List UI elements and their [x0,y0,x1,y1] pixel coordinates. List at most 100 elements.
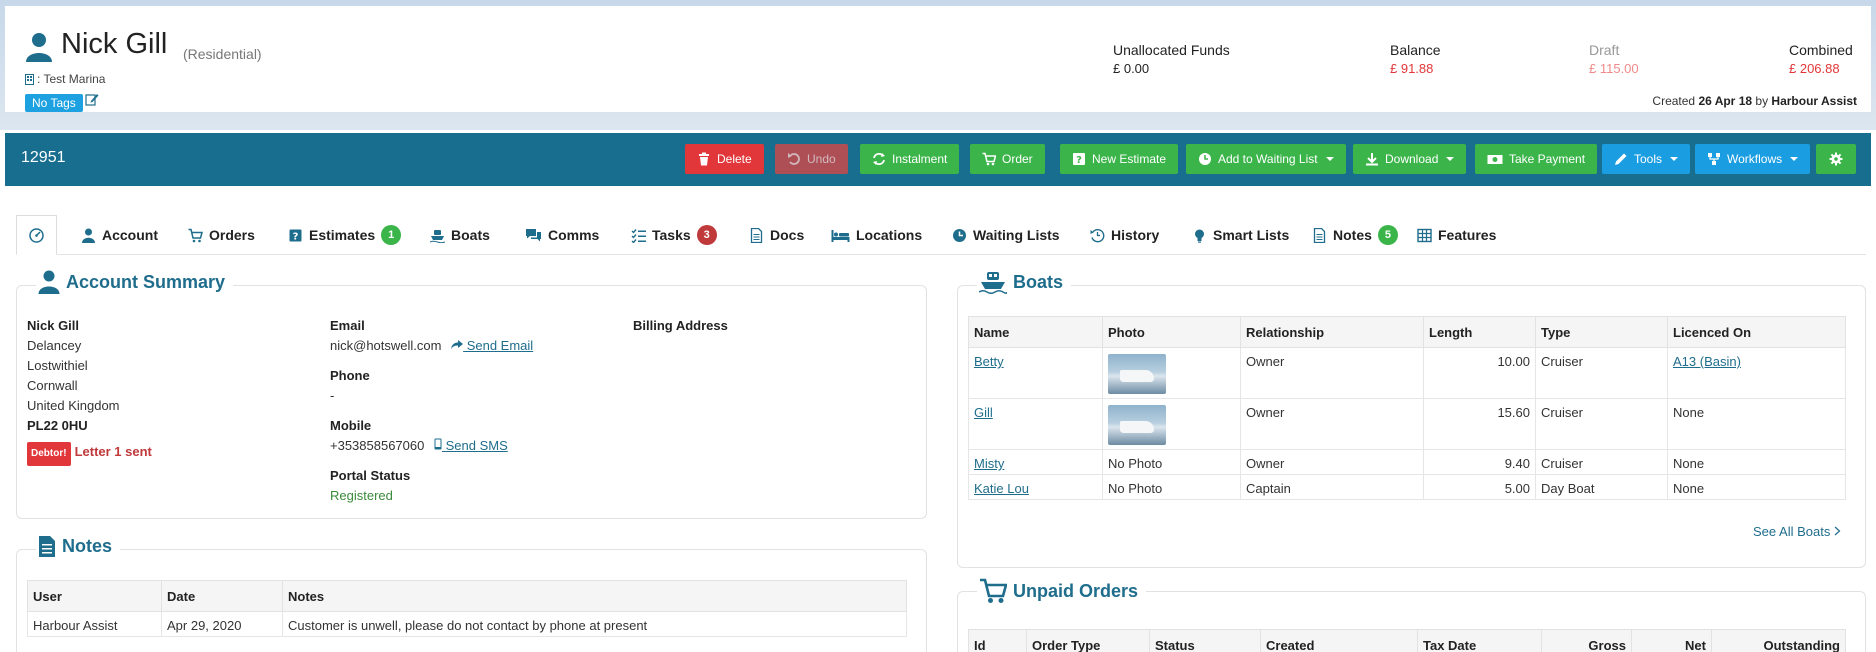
created-info: Created 26 Apr 18 by Harbour Assist [1652,94,1857,108]
tab-label: Boats [451,227,490,243]
send-sms-link[interactable]: Send SMS [434,438,508,453]
licence-link[interactable]: A13 (Basin) [1673,354,1741,369]
portal-status: Registered [330,488,393,503]
add-waiting-list-button[interactable]: Add to Waiting List [1186,144,1346,174]
tab-history[interactable]: History [1090,215,1159,255]
fund-balance: Balance £ 91.88 [1390,42,1441,76]
tab-features[interactable]: Features [1417,215,1496,255]
tab-boats[interactable]: Boats [430,215,490,255]
delete-button[interactable]: Delete [685,144,764,174]
boat-icon [430,229,445,243]
column-header[interactable]: Gross [1541,629,1632,652]
tab-label: Account [102,227,158,243]
email-label: Email [330,318,365,333]
tools-button[interactable]: Tools [1602,144,1691,174]
table-row[interactable]: Betty Owner 10.00 Cruiser A13 (Basin) [968,347,1846,399]
tab-estimates[interactable]: ? Estimates 1 [288,215,402,255]
column-header[interactable]: Tax Date [1417,629,1542,652]
column-header[interactable]: Net [1631,629,1712,652]
boat-name-link[interactable]: Betty [974,354,1004,369]
tab-notes[interactable]: Notes 5 [1312,215,1398,255]
tab-waiting-lists[interactable]: Waiting Lists [952,215,1060,255]
person-icon [38,270,60,294]
edit-icon[interactable] [85,92,99,106]
tab-tasks[interactable]: Tasks 3 [631,215,717,255]
column-header[interactable]: Status [1149,629,1261,652]
marina-name: : Test Marina [37,72,106,86]
address-line: Cornwall [27,378,78,393]
boat-licenced: None [1667,398,1846,450]
clock-icon [953,228,966,242]
cart-icon [982,152,996,166]
tab-account[interactable]: Account [81,215,158,255]
boat-length: 10.00 [1423,347,1536,399]
see-all-boats-link[interactable]: See All Boats [1753,524,1841,539]
column-header[interactable]: Created [1260,629,1418,652]
table-row[interactable]: Gill Owner 15.60 Cruiser None [968,398,1846,450]
undo-label: Undo [807,152,836,166]
panel-title: Notes [62,536,113,556]
panel-title: Boats [1013,271,1064,292]
column-header[interactable]: Outstanding [1711,629,1846,652]
tab-docs[interactable]: Docs [749,215,804,255]
column-header[interactable]: Name [968,316,1103,348]
boat-photo-text: No Photo [1102,449,1241,475]
table-row[interactable]: Harbour Assist Apr 29, 2020 Customer is … [27,611,907,637]
column-header[interactable]: Photo [1102,316,1241,348]
tab-label: Notes [1333,227,1372,243]
table-row[interactable]: Misty No Photo Owner 9.40 Cruiser None [968,449,1846,475]
column-header[interactable]: Type [1535,316,1668,348]
billing-block: Billing Address [633,316,728,336]
download-button[interactable]: Download [1353,144,1467,174]
cart-icon [188,228,203,242]
boat-name-link[interactable]: Katie Lou [974,481,1029,496]
boat-photo-text: No Photo [1102,474,1241,500]
workflows-button[interactable]: Workflows [1695,144,1811,174]
notes-count-badge: 5 [1377,225,1398,245]
take-payment-label: Take Payment [1509,152,1586,166]
share-icon [451,340,464,350]
tab-orders[interactable]: Orders [188,215,255,255]
tab-label: Features [1438,227,1497,243]
phone-label: Phone [330,368,370,383]
notes-heading: Notes [36,535,121,558]
dashboard-icon [29,227,44,243]
tab-dashboard[interactable] [16,215,57,255]
column-header[interactable]: Licenced On [1667,316,1846,348]
boat-photo[interactable] [1108,354,1166,394]
order-button[interactable]: Order [970,144,1045,174]
boat-relationship: Owner [1240,398,1424,450]
column-header[interactable]: Notes [282,580,907,612]
send-email-link[interactable]: Send Email [451,338,533,353]
column-header[interactable]: User [27,580,162,612]
column-header[interactable]: Date [161,580,283,612]
column-header[interactable]: Id [968,629,1027,652]
column-header[interactable]: Relationship [1240,316,1424,348]
boat-name-link[interactable]: Gill [974,405,993,420]
tab-label: Estimates [309,227,376,243]
question-icon: ? [289,229,302,242]
notes-table: User Date Notes Harbour Assist Apr 29, 2… [27,580,907,637]
instalment-button[interactable]: Instalment [860,144,960,174]
history-icon [1090,228,1105,242]
question-icon: ? [1073,153,1085,166]
tags-badge[interactable]: No Tags [25,94,83,112]
tab-comms[interactable]: Comms [525,215,599,255]
table-row[interactable]: Katie Lou No Photo Captain 5.00 Day Boat… [968,474,1846,500]
tab-smart-lists[interactable]: Smart Lists [1192,215,1289,255]
column-header[interactable]: Order Type [1026,629,1150,652]
checklist-icon [631,228,646,243]
take-payment-button[interactable]: Take Payment [1475,144,1598,174]
debtor-status: Debtor! Letter 1 sent [27,442,152,466]
created-by-prefix: by [1755,94,1769,108]
download-label: Download [1385,152,1439,166]
boat-name-link[interactable]: Misty [974,456,1004,471]
add-waiting-list-label: Add to Waiting List [1218,152,1318,166]
column-header[interactable]: Length [1423,316,1536,348]
undo-button[interactable]: Undo [775,144,848,174]
tab-locations[interactable]: Locations [831,215,922,255]
account-summary-heading: Account Summary [36,270,234,294]
boat-photo[interactable] [1108,405,1166,445]
settings-button[interactable] [1816,144,1856,174]
new-estimate-button[interactable]: ? New Estimate [1060,144,1179,174]
